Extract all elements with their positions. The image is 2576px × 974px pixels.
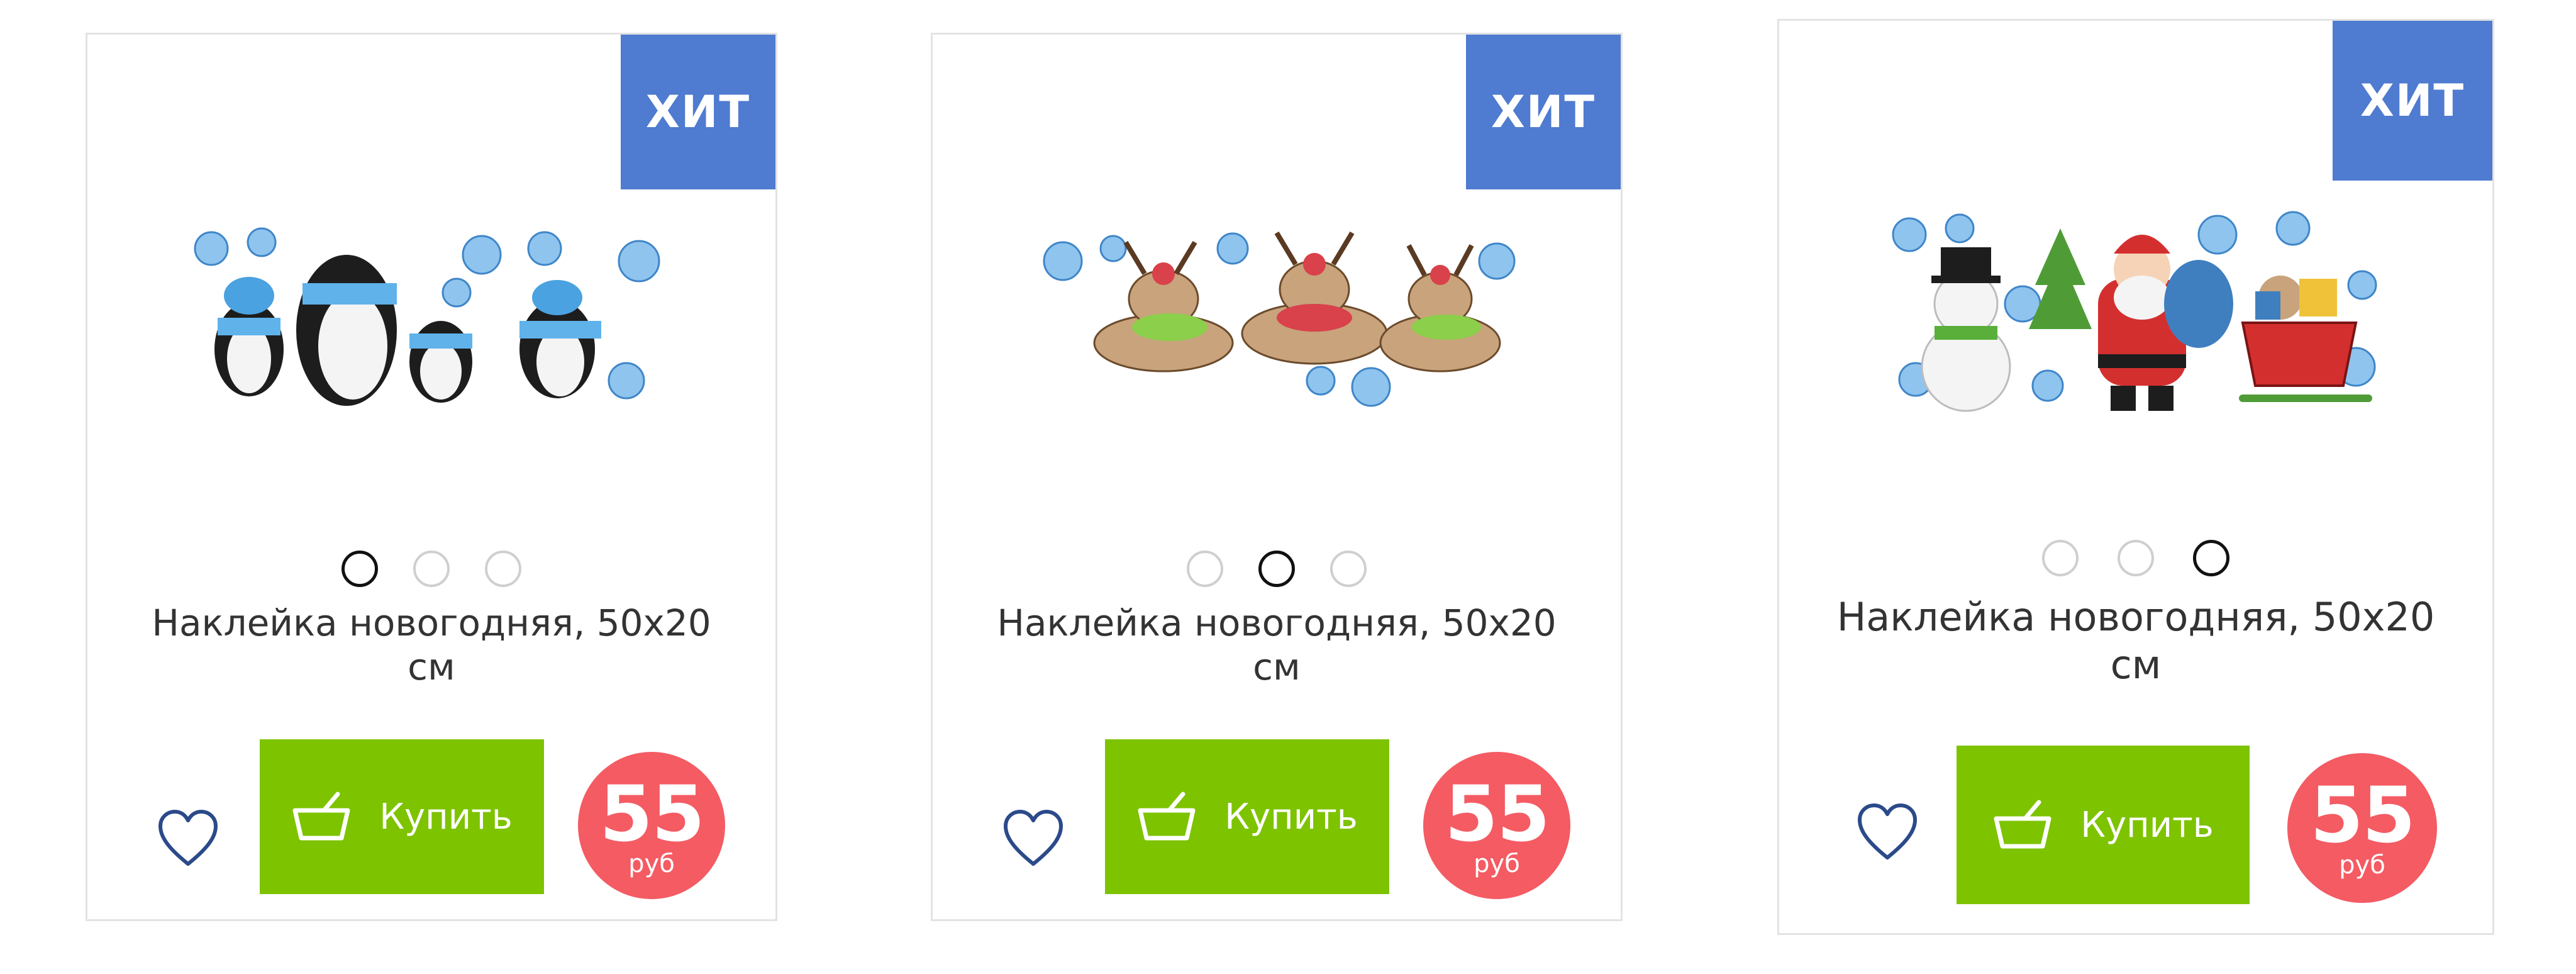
buy-button-label: Купить bbox=[379, 796, 513, 837]
image-slider-dots bbox=[87, 551, 775, 587]
price-badge: 55 руб bbox=[578, 752, 725, 899]
slider-dot[interactable] bbox=[2193, 540, 2229, 576]
product-image[interactable] bbox=[87, 186, 775, 462]
price-value: 55 bbox=[599, 770, 705, 859]
slider-dot[interactable] bbox=[341, 551, 378, 587]
product-title[interactable]: Наклейка новогодняя, 50х20 см bbox=[1817, 593, 2455, 689]
buy-button-label: Купить bbox=[1224, 796, 1358, 837]
price-currency: руб bbox=[628, 849, 675, 878]
basket-icon bbox=[292, 792, 350, 841]
slider-dot[interactable] bbox=[2118, 540, 2154, 576]
product-image[interactable] bbox=[1779, 172, 2492, 461]
penguins-sticker-image bbox=[194, 227, 660, 406]
hit-badge: ХИТ bbox=[1466, 35, 1621, 189]
basket-icon bbox=[1994, 800, 2051, 849]
product-title[interactable]: Наклейка новогодняя, 50х20 см bbox=[970, 601, 1583, 689]
buy-button-label: Купить bbox=[2080, 804, 2214, 846]
price-value: 55 bbox=[1445, 770, 1550, 859]
heart-icon[interactable] bbox=[1856, 802, 1919, 863]
hit-badge: ХИТ bbox=[621, 35, 775, 189]
basket-icon bbox=[1138, 792, 1196, 841]
hit-badge: ХИТ bbox=[2333, 21, 2492, 181]
image-slider-dots bbox=[933, 551, 1621, 587]
reindeer-sticker-image bbox=[1043, 231, 1516, 407]
heart-icon[interactable] bbox=[1002, 809, 1065, 869]
slider-dot[interactable] bbox=[1258, 551, 1295, 587]
slider-dot[interactable] bbox=[2042, 540, 2079, 576]
slider-dot[interactable] bbox=[1187, 551, 1223, 587]
price-badge: 55 руб bbox=[2287, 753, 2437, 903]
slider-dot[interactable] bbox=[485, 551, 521, 587]
price-value: 55 bbox=[2310, 771, 2416, 860]
buy-button[interactable]: Купить bbox=[260, 739, 544, 894]
product-card: ХИТ Наклейка новогодняя, 50х20 см Купить… bbox=[86, 33, 777, 921]
price-currency: руб bbox=[2339, 851, 2385, 880]
buy-button[interactable]: Купить bbox=[1957, 746, 2250, 904]
product-card: ХИТ Наклейка новогодняя, 50х20 см Купить… bbox=[931, 33, 1623, 921]
product-card: ХИТ Наклейка новогодняя, 50х20 см Купить… bbox=[1777, 19, 2494, 935]
image-slider-dots bbox=[1779, 540, 2492, 576]
product-image[interactable] bbox=[933, 186, 1621, 462]
product-title[interactable]: Наклейка новогодняя, 50х20 см bbox=[125, 601, 738, 689]
snowman-santa-sleigh-sticker-image bbox=[1892, 211, 2377, 412]
slider-dot[interactable] bbox=[413, 551, 450, 587]
heart-icon[interactable] bbox=[157, 809, 219, 869]
price-badge: 55 руб bbox=[1423, 752, 1570, 899]
buy-button[interactable]: Купить bbox=[1105, 739, 1389, 894]
price-currency: руб bbox=[1474, 849, 1520, 878]
slider-dot[interactable] bbox=[1330, 551, 1367, 587]
